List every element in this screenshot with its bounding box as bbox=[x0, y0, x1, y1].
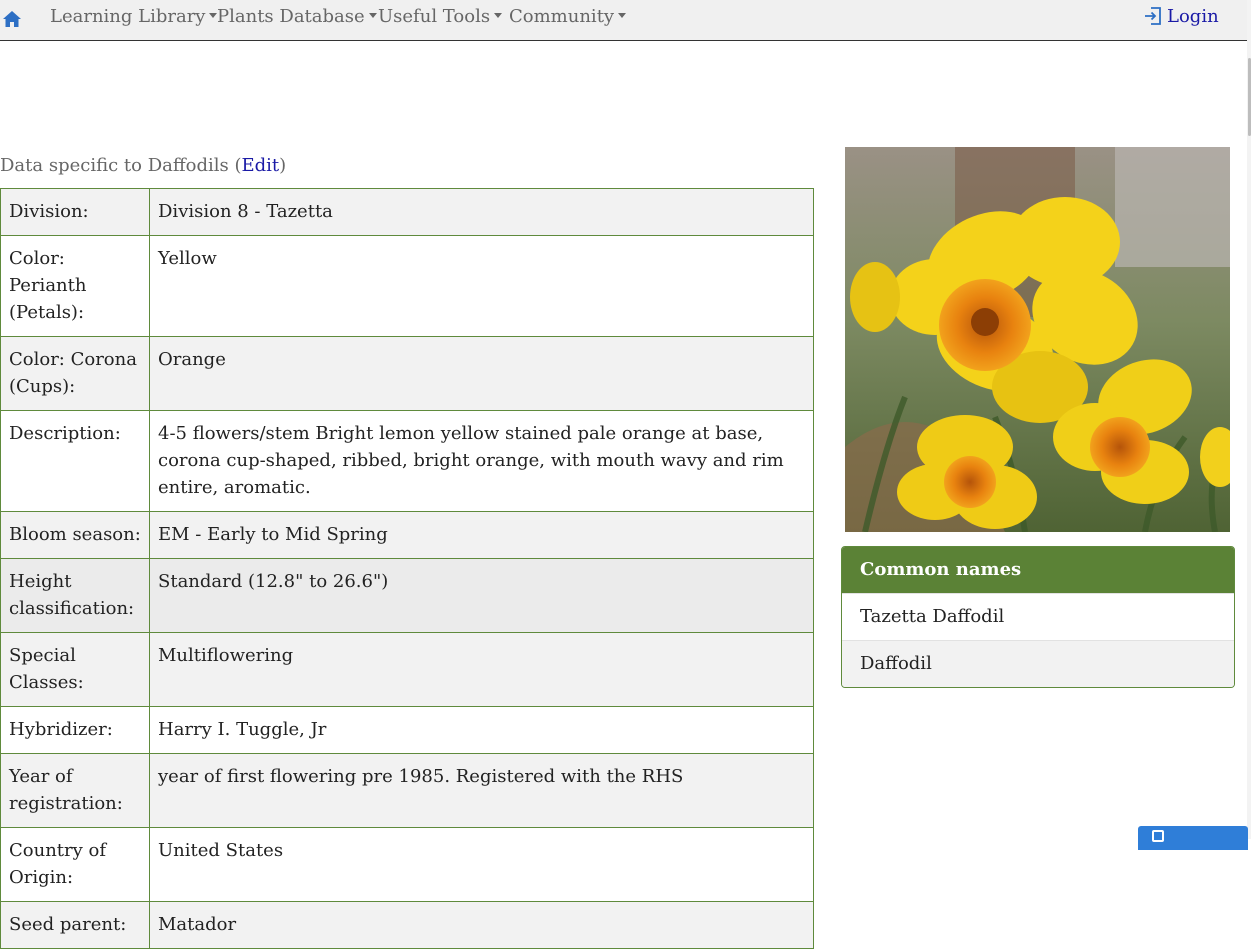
section-title-prefix: Data specific to Daffodils ( bbox=[0, 155, 242, 176]
row-label: Description: bbox=[0, 410, 150, 512]
nav-useful-tools-label: Useful Tools bbox=[378, 6, 491, 27]
row-value: 4-5 flowers/stem Bright lemon yellow sta… bbox=[149, 410, 814, 512]
table-row: Height classification: Standard (12.8" t… bbox=[0, 558, 814, 633]
section-title: Data specific to Daffodils (Edit) bbox=[0, 155, 286, 176]
common-names-title: Common names bbox=[842, 547, 1234, 593]
row-value: Multiflowering bbox=[149, 632, 814, 707]
row-label: Division: bbox=[0, 188, 150, 236]
top-navbar: Learning Library Plants Database Useful … bbox=[0, 0, 1247, 41]
nav-community[interactable]: Community bbox=[509, 6, 627, 27]
caret-down-icon bbox=[368, 13, 377, 18]
table-row: Division: Division 8 - Tazetta bbox=[0, 188, 814, 236]
daffodil-photo-image bbox=[845, 147, 1230, 532]
row-label: Bloom season: bbox=[0, 511, 150, 559]
table-row: Color: Perianth (Petals): Yellow bbox=[0, 235, 814, 337]
row-value: Yellow bbox=[149, 235, 814, 337]
row-label: Height classification: bbox=[0, 558, 150, 633]
row-value: Standard (12.8" to 26.6") bbox=[149, 558, 814, 633]
row-value: Orange bbox=[149, 336, 814, 411]
login-icon bbox=[1145, 7, 1161, 25]
table-row: Year of registration: year of first flow… bbox=[0, 753, 814, 828]
row-value: year of first flowering pre 1985. Regist… bbox=[149, 753, 814, 828]
nav-community-label: Community bbox=[509, 6, 615, 27]
daffodil-data-table: Division: Division 8 - Tazetta Color: Pe… bbox=[0, 188, 814, 949]
row-label: Seed parent: bbox=[0, 901, 150, 949]
section-title-suffix: ) bbox=[279, 155, 287, 176]
button-icon bbox=[1152, 830, 1164, 842]
edit-link[interactable]: Edit bbox=[242, 155, 280, 176]
row-value: Harry I. Tuggle, Jr bbox=[149, 706, 814, 754]
nav-learning-library[interactable]: Learning Library bbox=[50, 6, 218, 27]
caret-down-icon bbox=[494, 13, 503, 18]
home-icon[interactable] bbox=[2, 9, 22, 29]
row-value: EM - Early to Mid Spring bbox=[149, 511, 814, 559]
row-value: Division 8 - Tazetta bbox=[149, 188, 814, 236]
nav-learning-library-label: Learning Library bbox=[50, 6, 206, 27]
row-label: Special Classes: bbox=[0, 632, 150, 707]
table-row: Bloom season: EM - Early to Mid Spring bbox=[0, 511, 814, 559]
nav-plants-database[interactable]: Plants Database bbox=[217, 6, 377, 27]
login-label: Login bbox=[1167, 6, 1219, 27]
table-row: Color: Corona (Cups): Orange bbox=[0, 336, 814, 411]
table-row: Seed parent: Matador bbox=[0, 901, 814, 949]
row-label: Year of registration: bbox=[0, 753, 150, 828]
list-item: Daffodil bbox=[842, 640, 1234, 687]
daffodil-photo[interactable] bbox=[845, 147, 1230, 532]
row-label: Color: Perianth (Petals): bbox=[0, 235, 150, 337]
nav-useful-tools[interactable]: Useful Tools bbox=[378, 6, 503, 27]
list-item: Tazetta Daffodil bbox=[842, 593, 1234, 640]
common-names-card: Common names Tazetta Daffodil Daffodil bbox=[841, 546, 1235, 688]
table-row: Description: 4-5 flowers/stem Bright lem… bbox=[0, 410, 814, 512]
caret-down-icon bbox=[618, 13, 627, 18]
bottom-action-button[interactable] bbox=[1138, 826, 1248, 850]
table-row: Hybridizer: Harry I. Tuggle, Jr bbox=[0, 706, 814, 754]
login-link[interactable]: Login bbox=[1143, 6, 1219, 27]
row-label: Hybridizer: bbox=[0, 706, 150, 754]
row-value: Matador bbox=[149, 901, 814, 949]
nav-plants-database-label: Plants Database bbox=[217, 6, 365, 27]
table-row: Special Classes: Multiflowering bbox=[0, 632, 814, 707]
row-label: Color: Corona (Cups): bbox=[0, 336, 150, 411]
